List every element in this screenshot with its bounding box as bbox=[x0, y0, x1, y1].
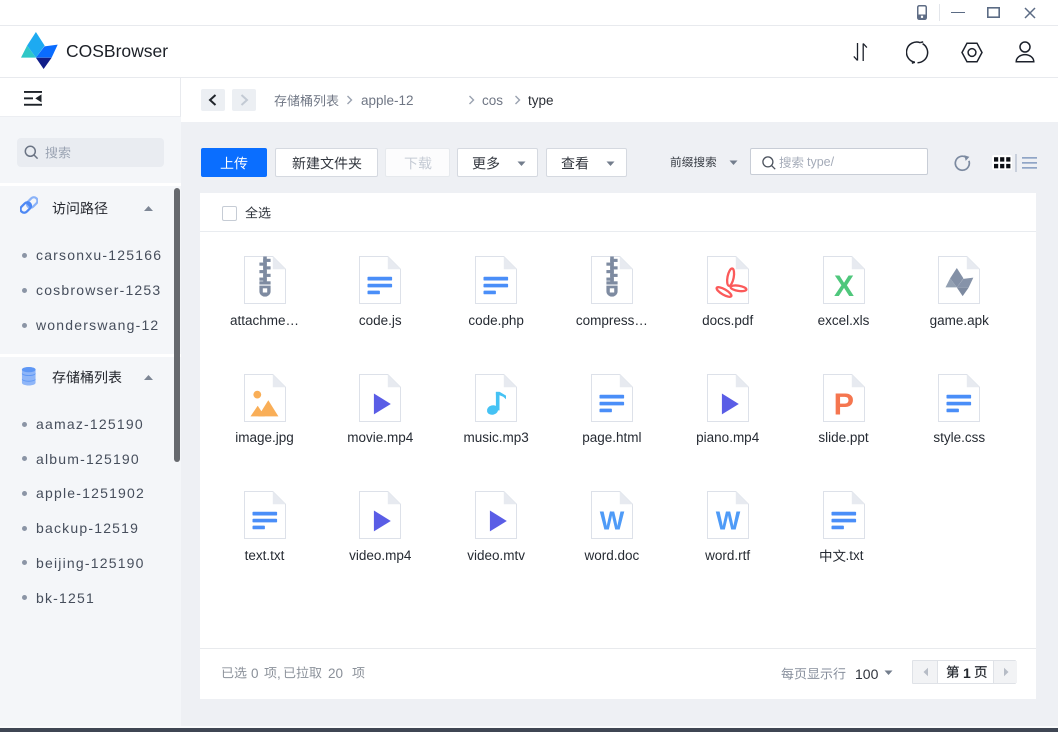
svg-text:P: P bbox=[833, 387, 853, 421]
svg-text:X: X bbox=[833, 270, 853, 303]
svg-text:W: W bbox=[715, 505, 740, 535]
svg-text:W: W bbox=[600, 505, 625, 535]
